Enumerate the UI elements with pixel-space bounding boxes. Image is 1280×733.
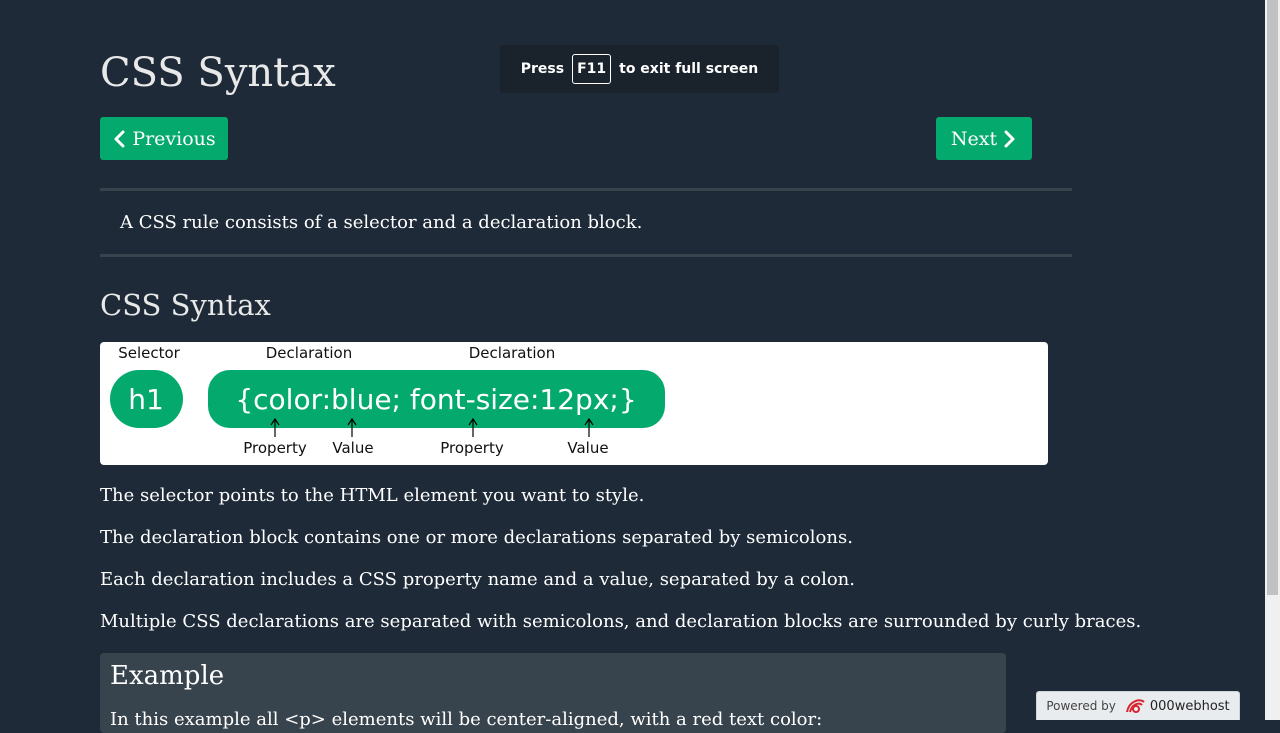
vertical-scrollbar[interactable] xyxy=(1265,0,1280,720)
page-title: CSS Syntax xyxy=(100,50,336,96)
example-box: Example In this example all <p> elements… xyxy=(100,653,1006,733)
paragraph-selector: The selector points to the HTML element … xyxy=(100,485,645,506)
previous-button[interactable]: Previous xyxy=(100,117,228,160)
next-button-label: Next xyxy=(950,127,998,150)
divider xyxy=(100,254,1072,257)
paragraph-declaration-block: The declaration block contains one or mo… xyxy=(100,527,853,548)
label-value-2: Value xyxy=(567,439,608,457)
chevron-left-icon xyxy=(112,130,126,148)
chevron-right-icon xyxy=(1003,130,1017,148)
previous-button-label: Previous xyxy=(132,127,216,150)
declaration-block-text: {color:blue; font-size:12px;} xyxy=(235,383,636,416)
label-selector: Selector xyxy=(118,344,180,362)
label-declaration-2: Declaration xyxy=(469,344,555,362)
intro-text: A CSS rule consists of a selector and a … xyxy=(120,212,643,233)
section-title: CSS Syntax xyxy=(100,288,271,322)
000webhost-logo-icon xyxy=(1124,697,1146,715)
paragraph-semicolons: Multiple CSS declarations are separated … xyxy=(100,611,1142,632)
label-property-2: Property xyxy=(440,439,504,457)
paragraph-declaration: Each declaration includes a CSS property… xyxy=(100,569,855,590)
powered-by-brand: 000webhost xyxy=(1149,698,1230,714)
fullscreen-toast: Press F11 to exit full screen xyxy=(500,45,779,93)
next-button[interactable]: Next xyxy=(936,117,1032,160)
label-value-1: Value xyxy=(332,439,373,457)
scrollbar-thumb[interactable] xyxy=(1267,0,1278,595)
toast-text-before: Press xyxy=(520,61,565,77)
example-title: Example xyxy=(110,661,225,691)
divider xyxy=(100,188,1072,191)
css-syntax-diagram: Selector Declaration Declaration h1 {col… xyxy=(100,342,1048,465)
powered-by-label: Powered by xyxy=(1046,699,1116,713)
label-declaration-1: Declaration xyxy=(266,344,352,362)
selector-text: h1 xyxy=(128,383,164,416)
f11-key: F11 xyxy=(572,54,612,84)
label-property-1: Property xyxy=(243,439,307,457)
powered-by-badge[interactable]: Powered by 000webhost xyxy=(1036,691,1240,720)
toast-text-after: to exit full screen xyxy=(619,61,759,77)
